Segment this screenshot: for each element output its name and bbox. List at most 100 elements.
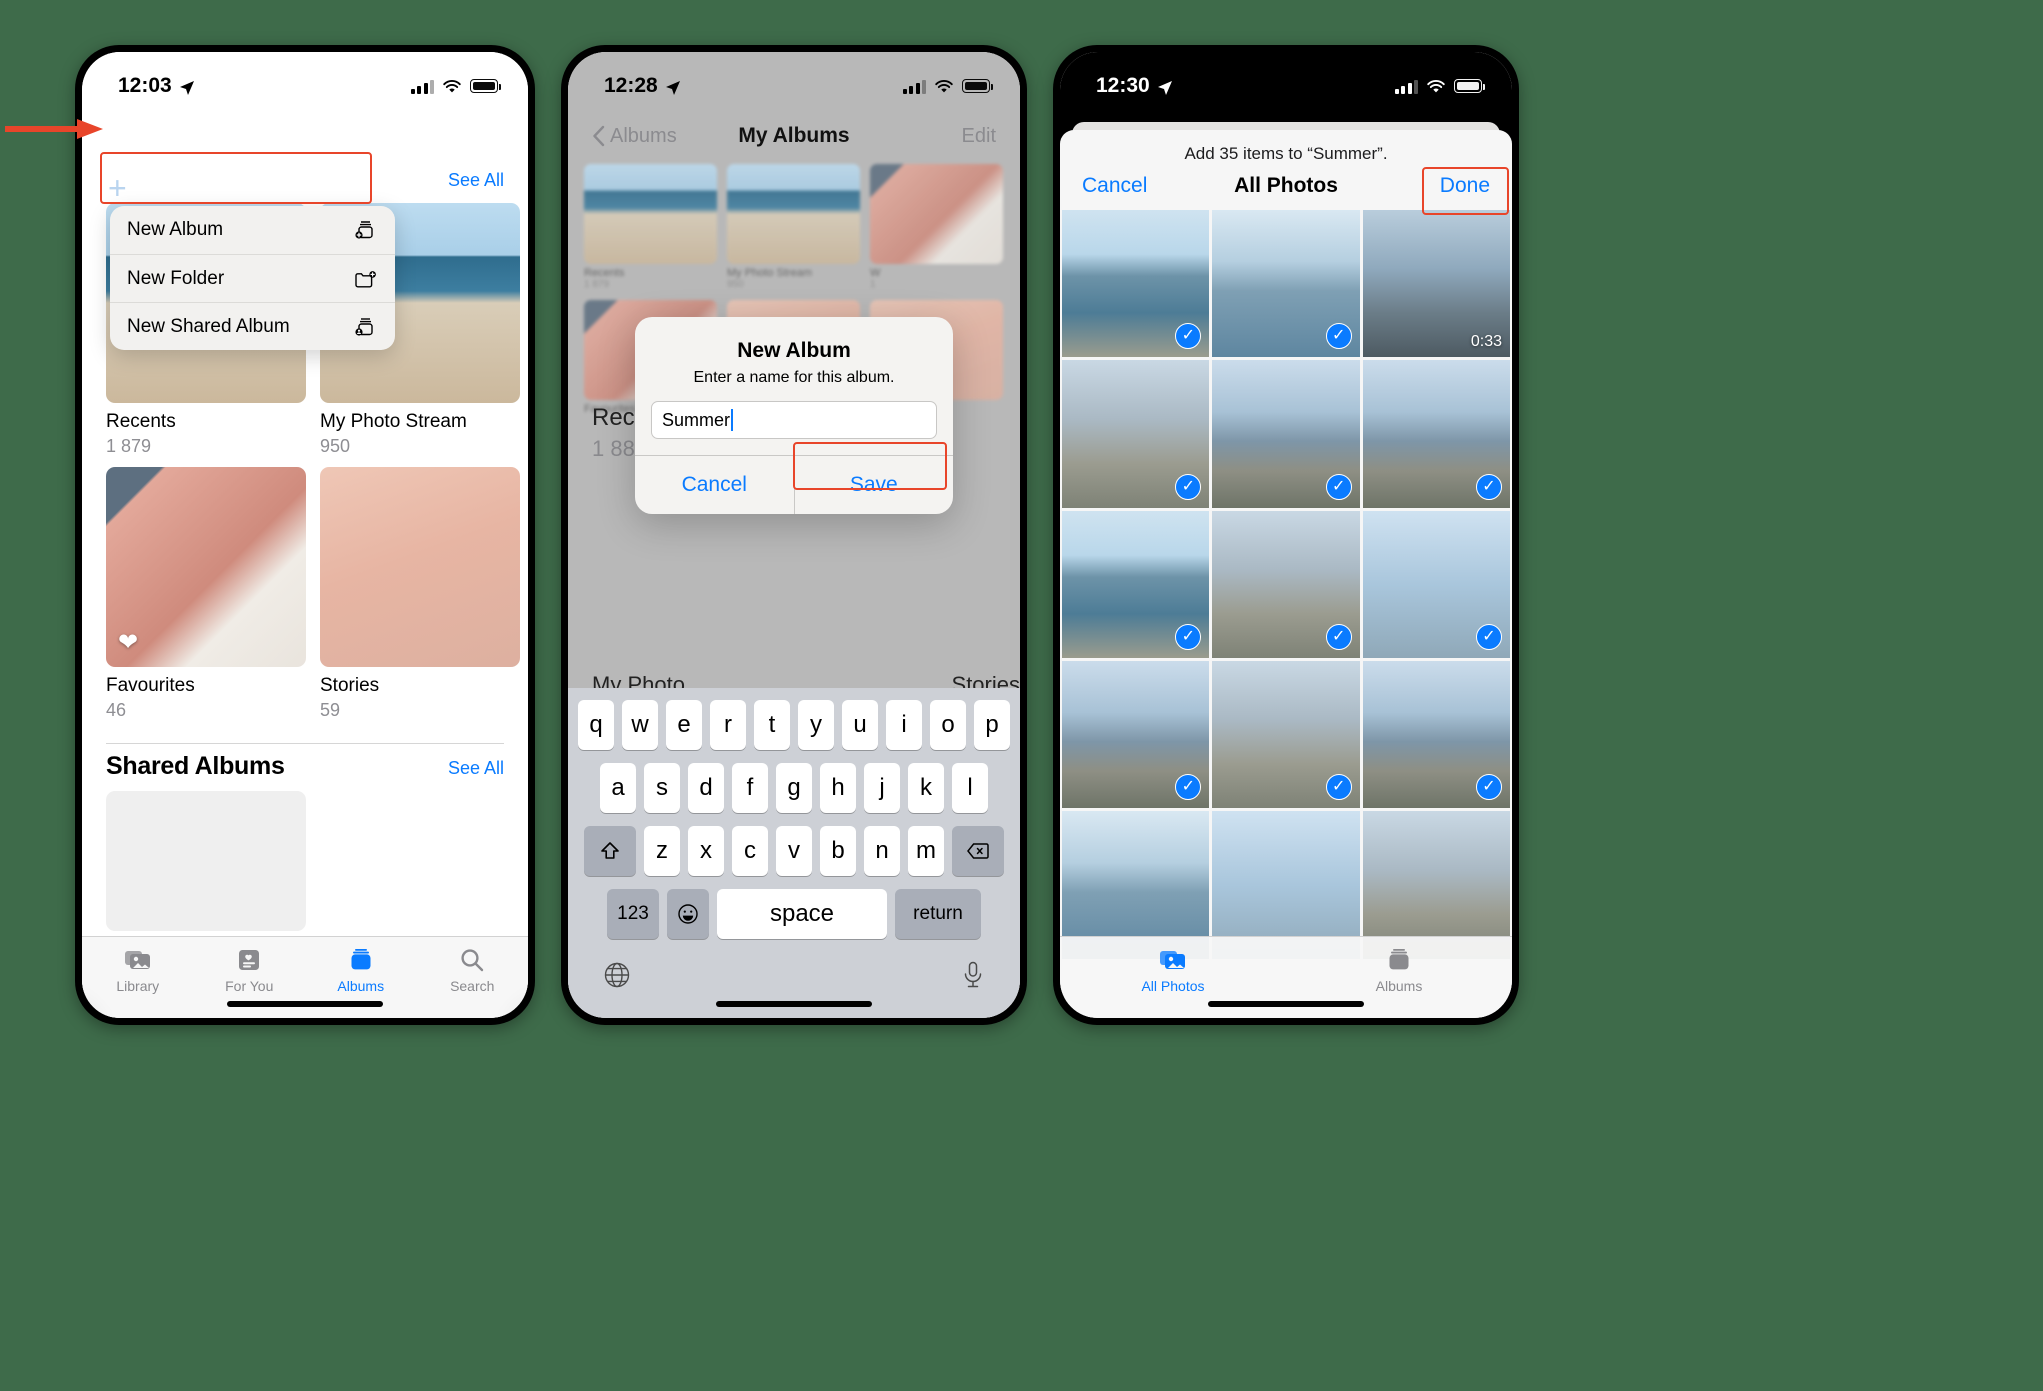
save-button[interactable]: Save [793,456,954,514]
key-p[interactable]: p [974,700,1010,750]
photo-cell[interactable]: ✓ [1362,360,1510,508]
status-left: 12:28 [604,74,681,98]
album-thumbnail [727,164,860,264]
key-q[interactable]: q [578,700,614,750]
album-card[interactable]: ❤ Favourites 46 [106,467,306,721]
photo-cell[interactable]: ✓ [1212,660,1360,809]
selection-checkmark-icon[interactable]: ✓ [1325,473,1352,500]
key-z[interactable]: z [644,826,680,876]
album-card[interactable]: Stories 59 [320,467,520,721]
return-key[interactable]: return [895,889,981,939]
key-x[interactable]: x [688,826,724,876]
photo-cell[interactable]: ✓ [1362,510,1510,658]
key-r[interactable]: r [710,700,746,750]
emoji-key[interactable] [667,889,709,939]
sheet-subtitle: Add 35 items to “Summer”. [1184,144,1388,163]
key-m[interactable]: m [908,826,944,876]
menu-item-new-shared-album[interactable]: New Shared Album [110,302,395,350]
key-k[interactable]: k [908,763,944,813]
photo-cell[interactable]: 0:33 [1362,210,1510,358]
photo-cell[interactable]: ✓ [1362,660,1510,809]
status-time: 12:28 [604,74,658,97]
selection-checkmark-icon[interactable]: ✓ [1325,774,1352,801]
wifi-icon [934,79,954,94]
photo-cell[interactable]: ✓ [1212,510,1360,658]
shift-key[interactable] [584,826,636,876]
add-album-dropdown-menu[interactable]: New Album New Folder New Shared Album [110,206,395,350]
shared-album-placeholder[interactable] [106,791,306,931]
photo-cell[interactable]: ✓ [1062,210,1210,358]
tab-label: Search [450,978,495,994]
numbers-key[interactable]: 123 [607,889,659,939]
key-n[interactable]: n [864,826,900,876]
for-you-icon [237,946,261,974]
selection-checkmark-icon[interactable]: ✓ [1325,323,1352,350]
key-l[interactable]: l [952,763,988,813]
location-arrow-icon [1157,78,1173,95]
key-u[interactable]: u [842,700,878,750]
key-c[interactable]: c [732,826,768,876]
selection-checkmark-icon[interactable]: ✓ [1475,623,1502,650]
key-w[interactable]: w [622,700,658,750]
key-h[interactable]: h [820,763,856,813]
key-t[interactable]: t [754,700,790,750]
key-s[interactable]: s [644,763,680,813]
globe-key[interactable] [602,960,632,995]
key-g[interactable]: g [776,763,812,813]
album-name-input[interactable]: Summer [651,401,937,439]
menu-item-label: New Album [127,219,224,240]
key-o[interactable]: o [930,700,966,750]
photo-grid[interactable]: ✓ ✓ 0:33 ✓ ✓ ✓ ✓ ✓ ✓ ✓ ✓ ✓ [1060,210,1512,959]
photo-cell[interactable]: ✓ [1062,360,1210,508]
key-i[interactable]: i [886,700,922,750]
selection-checkmark-icon[interactable]: ✓ [1325,623,1352,650]
selection-checkmark-icon[interactable]: ✓ [1475,473,1502,500]
album-title: Recents [106,411,176,432]
new-folder-icon [352,267,378,291]
tab-label: Library [116,978,160,994]
pointer-arrow-annotation [5,119,103,139]
screenshot-stage: 12:03 + See All Recents 1 879 My Photo S… [0,0,2043,1391]
album-count: 950 [727,279,744,290]
key-e[interactable]: e [666,700,702,750]
phone-3-screen: 12:30 Add 35 items to “Summer”. Cancel A… [1060,52,1512,1018]
page-title: My Albums [738,124,850,147]
status-right [1394,79,1485,94]
album-title: My Photo Stream [727,267,812,279]
tab-search[interactable]: Search [417,937,529,1018]
key-j[interactable]: j [864,763,900,813]
home-indicator [1208,1001,1364,1007]
phone-1-albums-menu: 12:03 + See All Recents 1 879 My Photo S… [75,45,535,1025]
key-a[interactable]: a [600,763,636,813]
album-title: Favourites [106,675,195,696]
shared-albums-see-all[interactable]: See All [448,758,504,779]
alert-buttons: Cancel Save [635,455,953,514]
menu-item-new-folder[interactable]: New Folder [110,254,395,302]
album-title: Stories [320,675,380,696]
space-key[interactable]: space [717,889,887,939]
photo-cell[interactable]: ✓ [1212,360,1360,508]
key-v[interactable]: v [776,826,812,876]
photo-picker-sheet: Add 35 items to “Summer”. Cancel All Pho… [1060,130,1512,1018]
blurred-album-row: Recents 1 879 My Photo Stream 950 W 1 [568,164,1020,300]
photo-cell[interactable]: ✓ [1212,210,1360,358]
album-name-input-value: Summer [662,409,731,430]
key-d[interactable]: d [688,763,724,813]
battery-icon [962,79,993,93]
tab-label: Albums [337,978,385,994]
cancel-button[interactable]: Cancel [635,456,794,514]
album-count: 59 [320,700,341,720]
backspace-key[interactable] [952,826,1004,876]
tab-library[interactable]: Library [82,937,194,1018]
key-f[interactable]: f [732,763,768,813]
selection-checkmark-icon[interactable]: ✓ [1175,473,1202,500]
key-y[interactable]: y [798,700,834,750]
dictation-key[interactable] [960,960,986,995]
key-b[interactable]: b [820,826,856,876]
albums-nav-row: + [108,170,127,206]
on-screen-keyboard[interactable]: qwertyuiop asdfghjkl zxcvbnm 123 space r… [568,688,1020,1018]
menu-item-new-album[interactable]: New Album [110,206,395,254]
cellular-bars-icon [410,79,434,94]
photo-cell[interactable]: ✓ [1062,510,1210,658]
photo-cell[interactable]: ✓ [1062,660,1210,809]
